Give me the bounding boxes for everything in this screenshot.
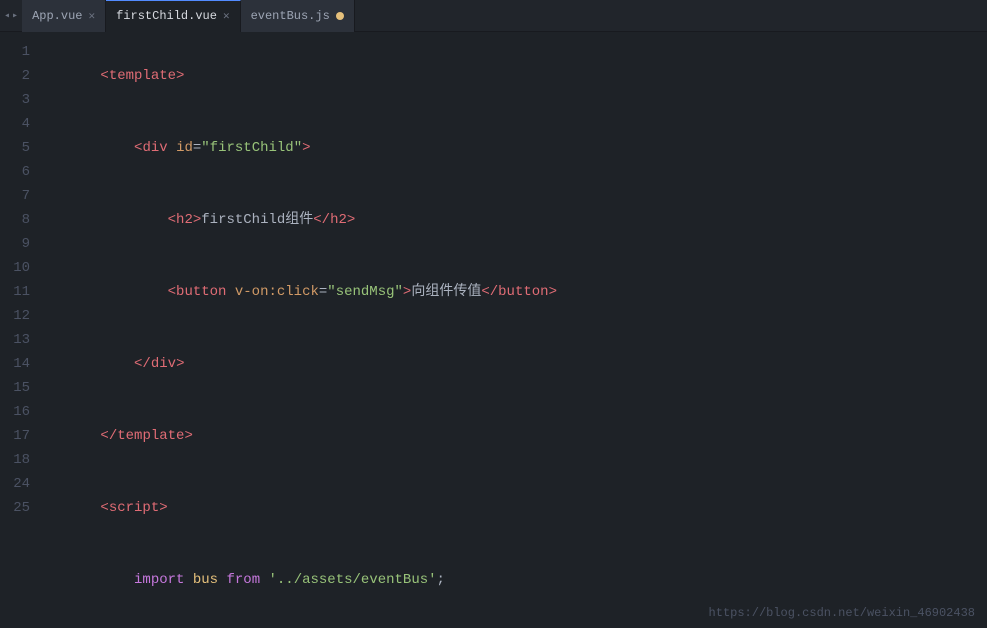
code-line-6: </template> xyxy=(50,400,987,472)
line-num: 5 xyxy=(0,136,30,160)
line-num: 3 xyxy=(0,88,30,112)
tab-label: firstChild.vue xyxy=(116,9,217,23)
tab-eventbus-js[interactable]: eventBus.js xyxy=(241,0,355,32)
code-line-7: <script> xyxy=(50,472,987,544)
line-num: 10 xyxy=(0,256,30,280)
line-num: 7 xyxy=(0,184,30,208)
line-num: 6 xyxy=(0,160,30,184)
line-num: 1 xyxy=(0,40,30,64)
tab-label: App.vue xyxy=(32,9,82,23)
line-num: 9 xyxy=(0,232,30,256)
line-num: 11 xyxy=(0,280,30,304)
tab-bar: ◂ ▸ App.vue ✕ firstChild.vue ✕ eventBus.… xyxy=(0,0,987,32)
line-numbers: 1 2 3 4 5 6 7 8 9 10 11 12 13 14 15 16 1… xyxy=(0,32,42,628)
arrow-right-icon[interactable]: ▸ xyxy=(12,10,18,22)
line-num: 8 xyxy=(0,208,30,232)
line-num: 18 xyxy=(0,448,30,472)
line-num: 14 xyxy=(0,352,30,376)
tab-firstchild-vue[interactable]: firstChild.vue ✕ xyxy=(106,0,240,32)
line-num: 16 xyxy=(0,400,30,424)
line-num: 13 xyxy=(0,328,30,352)
tab-app-vue[interactable]: App.vue ✕ xyxy=(22,0,106,32)
code-line-2: <div id="firstChild"> xyxy=(50,112,987,184)
tab-label: eventBus.js xyxy=(251,9,330,23)
line-num: 4 xyxy=(0,112,30,136)
line-num: 24 xyxy=(0,472,30,496)
unsaved-indicator xyxy=(336,12,344,20)
line-num: 12 xyxy=(0,304,30,328)
line-num: 15 xyxy=(0,376,30,400)
code-line-5: </div> xyxy=(50,328,987,400)
tab-close-icon[interactable]: ✕ xyxy=(223,9,230,23)
editor-area: 1 2 3 4 5 6 7 8 9 10 11 12 13 14 15 16 1… xyxy=(0,32,987,628)
tab-close-icon[interactable]: ✕ xyxy=(88,9,95,23)
line-num: 17 xyxy=(0,424,30,448)
line-num: 25 xyxy=(0,496,30,520)
code-line-1: <template> xyxy=(50,40,987,112)
code-line-3: <h2>firstChild组件</h2> xyxy=(50,184,987,256)
code-line-4: <button v-on:click="sendMsg">向组件传值</butt… xyxy=(50,256,987,328)
tab-arrows[interactable]: ◂ ▸ xyxy=(4,10,18,22)
code-content[interactable]: <template> <div id="firstChild"> <h2>fir… xyxy=(42,32,987,628)
watermark: https://blog.csdn.net/weixin_46902438 xyxy=(709,606,975,620)
arrow-left-icon[interactable]: ◂ xyxy=(4,10,10,22)
line-num: 2 xyxy=(0,64,30,88)
